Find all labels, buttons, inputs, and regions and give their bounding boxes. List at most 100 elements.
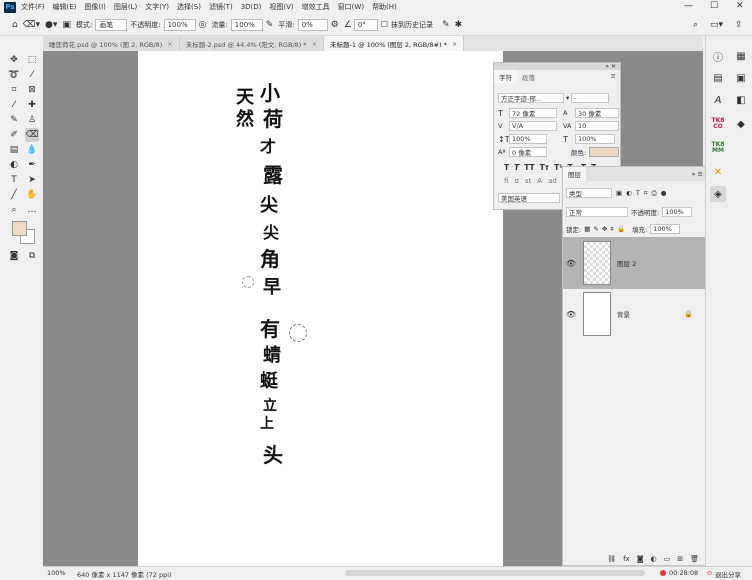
layer-name[interactable]: 背景 [617, 309, 630, 319]
group-icon[interactable]: ▭ [664, 555, 671, 563]
angle-input[interactable]: 0° [353, 18, 378, 31]
menu-filter[interactable]: 滤镜(T) [209, 2, 233, 12]
horizontal-scale-input[interactable]: 100% [575, 134, 615, 144]
maximize-button[interactable]: ☐ [710, 1, 718, 11]
fill-input[interactable]: 100% [650, 224, 681, 234]
all-caps-button[interactable]: TT [524, 163, 534, 172]
healing-tool-icon[interactable]: ✚ [25, 98, 39, 112]
pen-tool-icon[interactable]: ✒ [25, 158, 39, 172]
tab-paragraph[interactable]: 段落 [517, 70, 540, 83]
search-icon[interactable]: ⌕ [693, 20, 698, 30]
adjustment-icon[interactable]: ◐ [651, 555, 657, 563]
lock-all-icon[interactable]: 🔒 [617, 225, 625, 233]
layers-icon[interactable]: ◈ [710, 186, 726, 202]
zoom-level[interactable]: 100% [47, 569, 66, 577]
layer-row-background[interactable]: 👁 背景 🔒 [563, 290, 707, 338]
screen-mode-icon[interactable]: ⧉ [25, 249, 39, 263]
frame-tool-icon[interactable]: ⊠ [25, 83, 39, 97]
lock-artboard-icon[interactable]: ⌗ [610, 225, 614, 234]
panel-collapse-bar[interactable]: « ✕ [494, 63, 620, 70]
leading-input[interactable]: 30 像素 [575, 108, 619, 118]
visibility-eye-icon[interactable]: 👁 [563, 259, 579, 268]
filter-toggle-icon[interactable]: ● [661, 189, 667, 197]
close-icon[interactable]: × [312, 40, 317, 48]
menu-select[interactable]: 选择(S) [177, 2, 201, 12]
link-icon[interactable]: ⛓ [607, 555, 616, 563]
home-icon[interactable]: ⌂ [12, 20, 18, 30]
smoothing-gear-icon[interactable]: ⚙ [331, 20, 339, 30]
ligature-button[interactable]: fi [504, 177, 508, 185]
swash-button[interactable]: A [537, 177, 542, 185]
pressure-opacity-icon[interactable]: ◎ [199, 20, 207, 30]
layer-opacity-input[interactable]: 100% [662, 207, 693, 217]
move-tool-icon[interactable]: ✥ [7, 53, 21, 67]
workspace-icon[interactable]: ▭▾ [710, 20, 723, 30]
opacity-input[interactable]: 100% [163, 18, 196, 31]
path-selection-tool-icon[interactable]: ➤ [25, 173, 39, 187]
eyedropper-tool-icon[interactable]: ⁄ [7, 98, 21, 112]
menu-file[interactable]: 文件(F) [21, 2, 45, 12]
lock-position-icon[interactable]: ✥ [602, 225, 607, 233]
document-canvas[interactable]: 小荷才露尖尖角早有蜻蜓立上头 天然 [138, 51, 503, 566]
history-icon[interactable]: ◧ [733, 92, 749, 108]
filter-shape-icon[interactable]: ⌗ [644, 189, 648, 198]
language-select[interactable]: 美国英语 [498, 193, 560, 203]
marquee-tool-icon[interactable]: ⬚ [25, 53, 39, 67]
tk8-mm-icon[interactable]: TK8 MM [710, 140, 726, 156]
tab-document-2[interactable]: 未标题-2.psd @ 44.4% (阳文, RGB/8) * × [179, 36, 325, 51]
smoothing-input[interactable]: 0% [297, 18, 328, 31]
lasso-tool-icon[interactable]: ➰ [7, 68, 21, 82]
close-icon[interactable]: × [452, 40, 457, 48]
adjust-icon[interactable]: ◆ [733, 116, 749, 132]
stylistic-alternates-button[interactable]: ad [548, 177, 557, 185]
eraser-preset-icon[interactable]: ⌫▾ [23, 20, 40, 30]
gradient-tool-icon[interactable]: ▤ [7, 143, 21, 157]
menu-image[interactable]: 图像(I) [84, 2, 106, 12]
airbrush-icon[interactable]: ✎ [266, 20, 274, 30]
zoom-tool-icon[interactable]: ⌕ [7, 203, 21, 217]
stop-share-label[interactable]: 退出分享 [715, 569, 741, 579]
filter-type-icon[interactable]: T [636, 189, 640, 197]
menu-view[interactable]: 视图(V) [269, 2, 293, 12]
vertical-scale-input[interactable]: 100% [509, 134, 547, 144]
small-caps-button[interactable]: Tт [540, 163, 549, 172]
symmetry-icon[interactable]: ✱ [455, 20, 463, 30]
info-icon[interactable]: ⓘ [710, 48, 726, 64]
blend-mode-select[interactable]: 正常 [566, 207, 628, 217]
crop-tool-icon[interactable]: ⌗ [7, 83, 21, 97]
stamp-tool-icon[interactable]: ♙ [25, 113, 39, 127]
panel-menu-icon[interactable]: ≡ [607, 70, 620, 83]
baseline-shift-input[interactable]: 0 像素 [509, 147, 547, 157]
filter-adjust-icon[interactable]: ◐ [626, 189, 632, 197]
filter-pixel-icon[interactable]: ▣ [616, 189, 622, 197]
tab-document-1[interactable]: 睡莲荷花.psd @ 100% (图 2, RGB/8) × [43, 36, 180, 51]
layer-filter-select[interactable]: 类型 [566, 188, 612, 198]
new-layer-icon[interactable]: ⊞ [677, 555, 683, 563]
color-icon[interactable]: ▣ [733, 70, 749, 86]
faux-bold-button[interactable]: T [504, 163, 509, 172]
filter-smart-icon[interactable]: ⎙ [651, 189, 656, 198]
more-tools-icon[interactable]: … [25, 203, 39, 217]
brush-settings-icon[interactable]: ▣ [62, 20, 71, 30]
horizontal-scrollbar[interactable] [345, 570, 645, 576]
menu-type[interactable]: 文字(Y) [145, 2, 169, 12]
close-icon[interactable]: × [167, 40, 172, 48]
faux-italic-button[interactable]: T [514, 163, 519, 172]
hand-tool-icon[interactable]: ✋ [25, 188, 39, 202]
brush-size-icon[interactable]: ●▾ [45, 20, 57, 30]
font-style-select[interactable]: - [571, 93, 610, 103]
close-window-button[interactable]: ✕ [736, 1, 744, 11]
magic-wand-tool-icon[interactable]: ⁄ [25, 68, 39, 82]
erase-history-checkbox[interactable]: ☐ [381, 20, 388, 29]
quick-mask-icon[interactable]: ◙ [7, 249, 21, 263]
brush-tool-icon[interactable]: ✎ [7, 113, 21, 127]
stop-share-icon[interactable]: ⊖ [707, 569, 712, 577]
menu-layer[interactable]: 图层(L) [114, 2, 137, 12]
character-icon[interactable]: A [710, 92, 726, 108]
old-style-button[interactable]: σ [514, 177, 518, 185]
font-size-input[interactable]: 72 像素 [509, 108, 557, 118]
tk8-co-icon[interactable]: TK8 CO [710, 116, 726, 132]
tab-layers[interactable]: 图层 [563, 167, 586, 181]
lock-transparent-icon[interactable]: ▦ [584, 225, 590, 233]
menu-edit[interactable]: 编辑(E) [53, 2, 77, 12]
